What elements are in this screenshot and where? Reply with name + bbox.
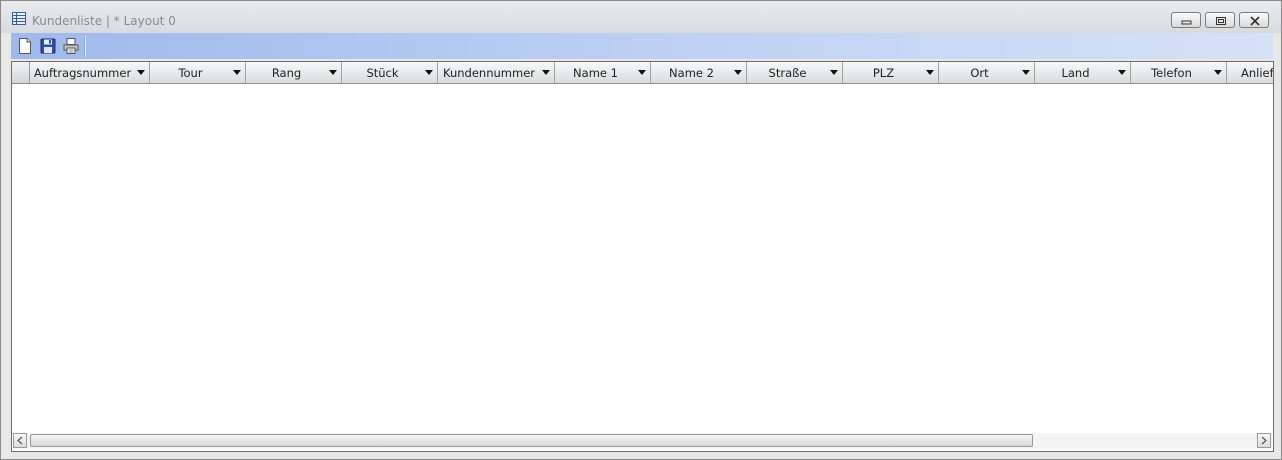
grid-header-row: Auftragsnummer Tour Rang Stück Kundennummer N… <box>12 62 1273 84</box>
save-button[interactable] <box>39 37 57 55</box>
toolbar <box>11 33 1273 59</box>
column-header[interactable]: PLZ <box>843 62 939 83</box>
close-icon <box>1250 16 1260 26</box>
new-document-icon <box>19 38 31 54</box>
column-header-label: Land <box>1061 66 1090 80</box>
column-header-label: PLZ <box>872 66 895 80</box>
restore-icon <box>1216 17 1226 25</box>
column-header[interactable]: Telefon <box>1131 62 1227 83</box>
horizontal-scrollbar[interactable] <box>13 433 1272 449</box>
customer-grid[interactable]: Auftragsnummer Tour Rang Stück Kundennummer N… <box>11 61 1274 452</box>
filter-dropdown-icon[interactable] <box>1022 70 1030 75</box>
filter-dropdown-icon[interactable] <box>638 70 646 75</box>
filter-dropdown-icon[interactable] <box>1118 70 1126 75</box>
scroll-left-button[interactable] <box>13 433 27 448</box>
table-list-icon <box>12 12 26 25</box>
scroll-right-icon <box>1261 436 1267 445</box>
column-header[interactable]: Anliefe <box>1227 62 1274 83</box>
column-header-label: Straße <box>768 66 807 80</box>
filter-dropdown-icon[interactable] <box>734 70 742 75</box>
column-header-label: Ort <box>970 66 989 80</box>
main-window: Kundenliste | * Layout 0 Auftragsnummer … <box>0 0 1282 460</box>
column-header-label: Anliefe <box>1241 66 1274 80</box>
column-header[interactable]: Stück <box>342 62 438 83</box>
minimize-button[interactable] <box>1171 12 1201 28</box>
scroll-thumb[interactable] <box>30 434 1033 447</box>
restore-button[interactable] <box>1205 12 1235 28</box>
window-title: Kundenliste | * Layout 0 <box>32 14 176 28</box>
print-button[interactable] <box>62 37 80 55</box>
column-header[interactable]: Land <box>1035 62 1131 83</box>
printer-icon <box>63 38 79 54</box>
filter-dropdown-icon[interactable] <box>425 70 433 75</box>
column-header-label: Kundennummer <box>443 66 535 80</box>
title-bar[interactable]: Kundenliste | * Layout 0 <box>1 1 1281 33</box>
filter-dropdown-icon[interactable] <box>830 70 838 75</box>
column-header-label: Stück <box>366 66 399 80</box>
new-button[interactable] <box>16 37 34 55</box>
column-header[interactable]: Straße <box>747 62 843 83</box>
column-header-label: Tour <box>178 66 203 80</box>
column-header-label: Name 2 <box>669 66 714 80</box>
scroll-right-button[interactable] <box>1257 433 1271 448</box>
filter-dropdown-icon[interactable] <box>926 70 934 75</box>
column-header[interactable]: Rang <box>246 62 342 83</box>
column-header-label: Rang <box>271 66 302 80</box>
filter-dropdown-icon[interactable] <box>542 70 550 75</box>
save-disk-icon <box>40 38 56 54</box>
toolbar-separator <box>84 35 86 57</box>
column-header-label: Name 1 <box>573 66 618 80</box>
filter-dropdown-icon[interactable] <box>1214 70 1222 75</box>
column-header-label: Telefon <box>1151 66 1192 80</box>
close-button[interactable] <box>1239 12 1269 28</box>
filter-dropdown-icon[interactable] <box>137 70 145 75</box>
minimize-icon <box>1181 20 1192 25</box>
column-header[interactable]: Name 2 <box>651 62 747 83</box>
filter-dropdown-icon[interactable] <box>233 70 241 75</box>
column-header[interactable]: Name 1 <box>555 62 651 83</box>
column-header[interactable]: Ort <box>939 62 1035 83</box>
column-header[interactable]: Kundennummer <box>438 62 555 83</box>
scroll-left-icon <box>17 436 23 445</box>
row-selector-header[interactable] <box>12 62 30 83</box>
column-header-label: Auftragsnummer <box>33 66 132 80</box>
column-header[interactable]: Tour <box>150 62 246 83</box>
column-header[interactable]: Auftragsnummer <box>30 62 150 83</box>
filter-dropdown-icon[interactable] <box>329 70 337 75</box>
